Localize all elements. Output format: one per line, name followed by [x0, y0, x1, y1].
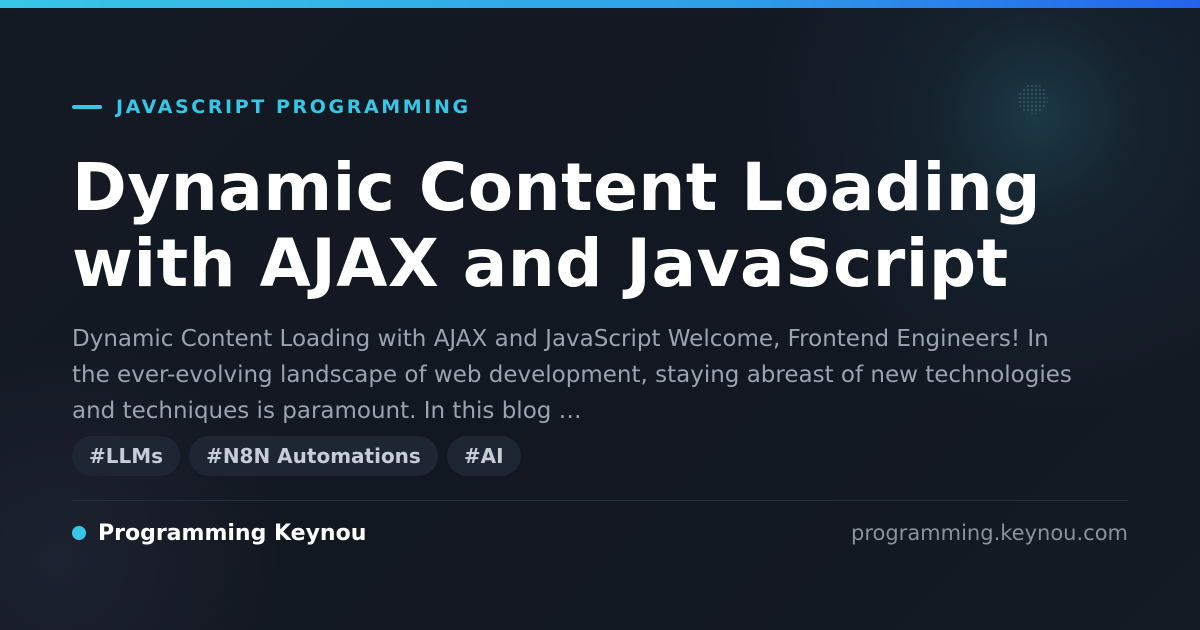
accent-bar: [0, 0, 1200, 8]
brand-name: Programming Keynou: [98, 520, 367, 546]
category-text: JAVASCRIPT PROGRAMMING: [116, 96, 471, 118]
decorative-dots: [1018, 84, 1048, 114]
tag-n8n-automations[interactable]: #N8N Automations: [189, 436, 438, 476]
category-label: JAVASCRIPT PROGRAMMING: [72, 96, 471, 118]
social-card: JAVASCRIPT PROGRAMMING Dynamic Content L…: [0, 0, 1200, 630]
tag-list: #LLMs #N8N Automations #AI: [72, 436, 530, 476]
dot-icon: [72, 526, 86, 540]
tag-llms[interactable]: #LLMs: [72, 436, 181, 476]
dash-icon: [72, 105, 102, 109]
tag-ai[interactable]: #AI: [446, 436, 521, 476]
post-excerpt: Dynamic Content Loading with AJAX and Ja…: [72, 326, 1072, 424]
brand[interactable]: Programming Keynou: [72, 518, 366, 548]
post-title: Dynamic Content Loading with AJAX and Ja…: [72, 149, 1041, 302]
divider: [72, 500, 1128, 501]
site-url[interactable]: programming.keynou.com: [851, 518, 1128, 548]
